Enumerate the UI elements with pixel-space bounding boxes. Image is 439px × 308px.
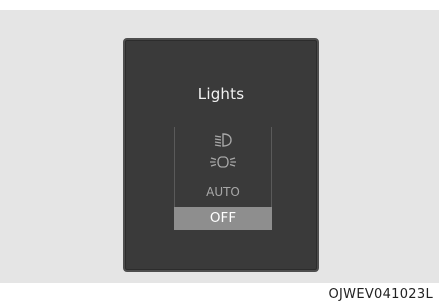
menu-item-position-lamp[interactable]: [174, 154, 272, 174]
menu-title: Lights: [197, 85, 245, 103]
position-lamp-icon: [210, 156, 236, 168]
menu-item-off-selected[interactable]: OFF: [174, 207, 272, 230]
menu-item-auto[interactable]: AUTO: [174, 183, 272, 201]
low-beam-headlamp-icon: [214, 133, 232, 147]
lights-menu-panel: Lights AUTO OFF: [123, 38, 319, 272]
figure-code: OJWEV041023L: [328, 287, 433, 302]
menu-item-low-beam[interactable]: [174, 132, 272, 152]
